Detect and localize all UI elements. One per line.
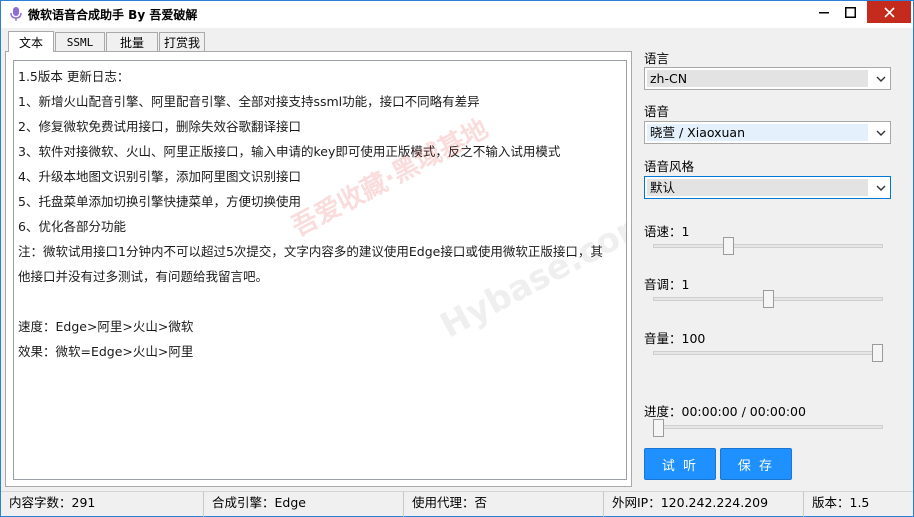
chevron-down-icon [876,76,886,82]
tab-panel-text: 1.5版本 更新日志： 1、新增火山配音引擎、阿里配音引擎、全部对接支持ssml… [5,51,632,487]
editor-line: 6、优化各部分功能 [18,219,126,234]
editor-line: 1、新增火山配音引擎、阿里配音引擎、全部对接支持ssml功能，接口不同略有差异 [18,94,480,109]
status-proxy: 使用代理：否 [404,492,604,517]
status-ip: 外网IP：120.242.224.209 [604,492,804,517]
tab-batch[interactable]: 批量 [106,32,158,52]
editor-line: 效果：微软=Edge>火山>阿里 [18,344,194,359]
status-version: 版本：1.5 [812,495,870,510]
volume-slider-track[interactable] [653,351,883,355]
progress-slider-track[interactable] [653,425,883,429]
editor-line: 注：微软试用接口1分钟内不可以超过5次提交，文字内容多的建议使用Edge接口或使… [18,244,603,259]
save-button[interactable]: 保 存 [720,448,792,480]
close-icon [883,6,895,18]
speed-slider-track[interactable] [653,244,883,248]
pitch-label: 音调：1 [644,277,690,292]
status-engine: 合成引擎：Edge [204,492,404,517]
editor-line: 5、托盘菜单添加切换引擎快捷菜单，方便切换使用 [18,194,301,209]
volume-slider-thumb[interactable] [872,344,883,362]
minimize-icon [819,12,829,14]
microphone-icon [10,7,22,21]
language-value: zh-CN [647,70,868,87]
progress-label: 进度：00:00:00 / 00:00:00 [644,404,806,419]
close-button[interactable] [867,1,911,23]
maximize-icon [844,6,856,18]
tab-ssml[interactable]: SSML [55,32,105,52]
speed-label: 语速：1 [644,224,690,239]
tab-donate[interactable]: 打赏我 [159,32,205,52]
style-label: 语音风格 [644,159,695,174]
editor-line: 1.5版本 更新日志： [18,69,130,84]
status-char-count: 内容字数：291 [1,492,204,517]
chevron-down-icon [876,185,886,191]
editor-line: 速度：Edge>阿里>火山>微软 [18,319,194,334]
text-editor[interactable]: 1.5版本 更新日志： 1、新增火山配音引擎、阿里配音引擎、全部对接支持ssml… [13,60,627,480]
maximize-button[interactable] [835,1,865,23]
language-select[interactable]: zh-CN [644,67,891,90]
voice-select[interactable]: 晓萱 / Xiaoxuan [644,121,891,144]
voice-label: 语音 [644,104,670,119]
style-value: 默认 [647,179,868,196]
title-bar: 微软语音合成助手 By 吾爱破解 [1,1,913,28]
speed-slider-thumb[interactable] [723,237,735,255]
style-select[interactable]: 默认 [644,176,891,199]
progress-slider-thumb[interactable] [653,419,664,437]
pitch-slider-thumb[interactable] [762,290,774,308]
listen-button[interactable]: 试 听 [644,448,716,480]
status-bar: 内容字数：291 合成引擎：Edge 使用代理：否 外网IP：120.242.2… [1,491,913,517]
editor-line: 3、软件对接微软、火山、阿里正版接口，输入申请的key即可使用正版模式，反之不输… [18,144,561,159]
voice-value: 晓萱 / Xiaoxuan [647,124,868,141]
editor-line: 2、修复微软免费试用接口，删除失效谷歌翻译接口 [18,119,301,134]
volume-label: 音量：100 [644,331,706,346]
language-label: 语言 [644,51,670,66]
window-title: 微软语音合成助手 By 吾爱破解 [28,8,198,22]
app-window: 微软语音合成助手 By 吾爱破解 文本 SSML 批量 打赏我 1.5版本 更新… [0,0,914,517]
editor-line: 4、升级本地图文识别引擎，添加阿里图文识别接口 [18,169,301,184]
tab-text[interactable]: 文本 [8,31,54,52]
editor-line: 他接口并没有过多测试，有问题给我留言吧。 [18,269,269,284]
chevron-down-icon [876,130,886,136]
